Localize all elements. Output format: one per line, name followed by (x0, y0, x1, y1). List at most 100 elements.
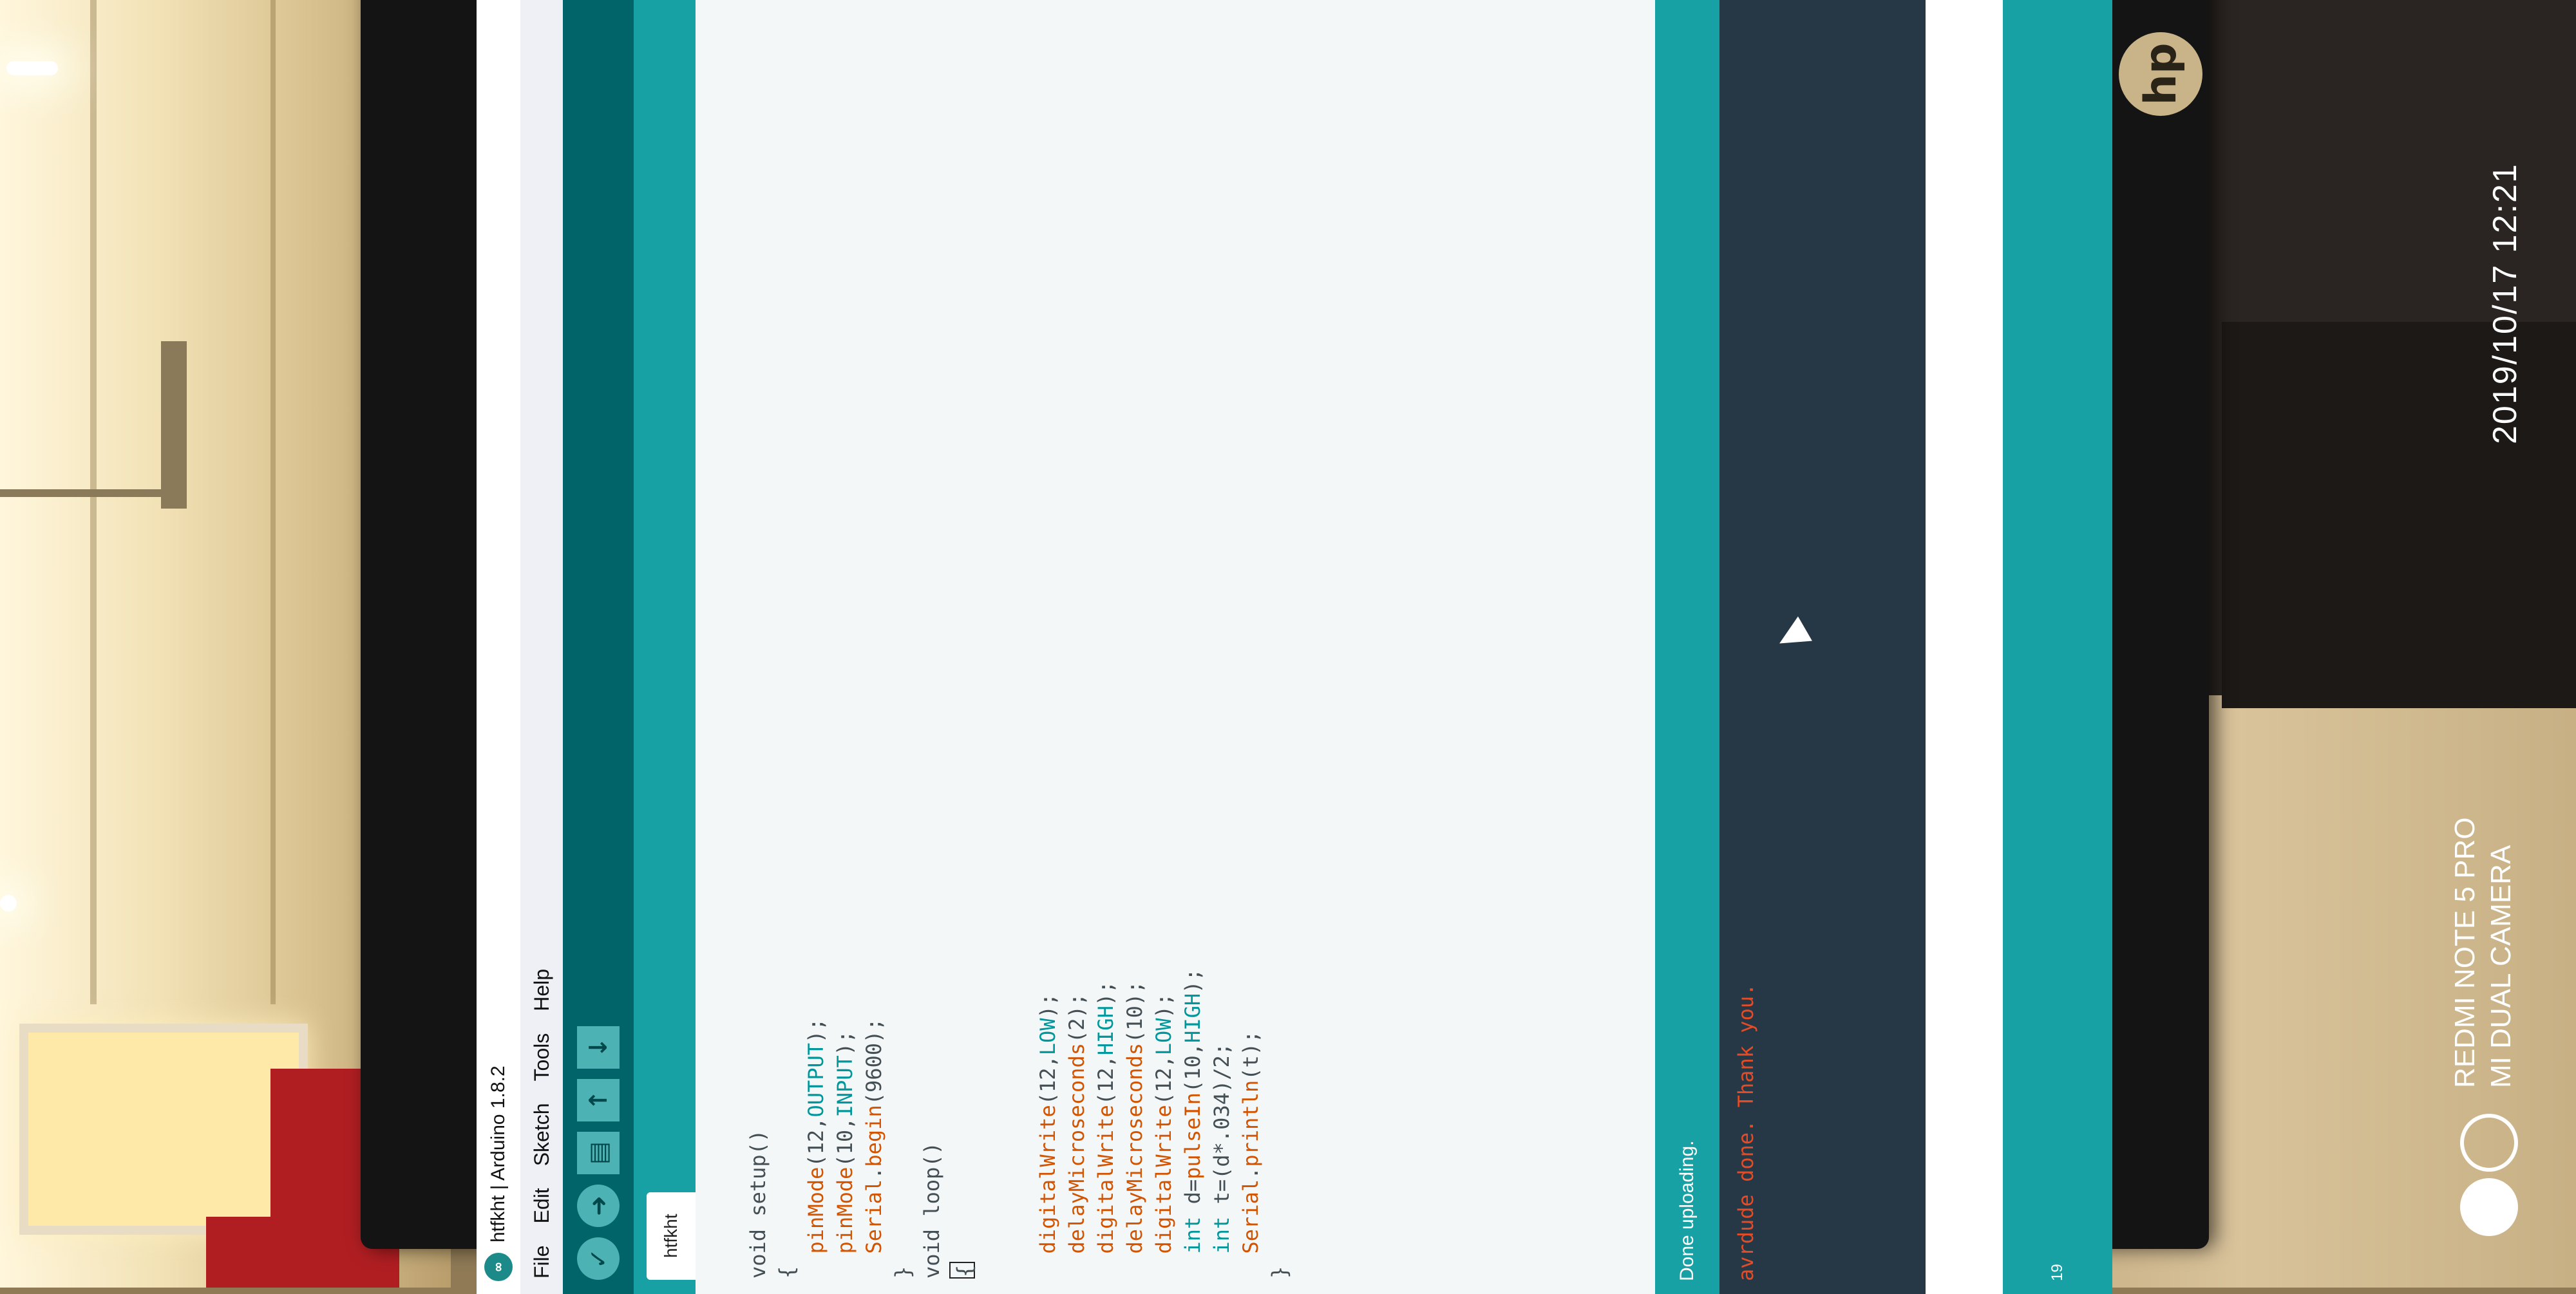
code-text-token: (12, (1036, 1055, 1060, 1105)
code-line: digitalWrite(12,LOW); (1150, 0, 1179, 1279)
code-text-token: (12, (1151, 1055, 1176, 1105)
red-chair (270, 1069, 367, 1236)
code-text-token: (10, (833, 1117, 857, 1167)
ceiling-light (0, 895, 17, 912)
shutter-ring-icon (2460, 1114, 2518, 1172)
menu-help[interactable]: Help (530, 969, 554, 1011)
wall-lamp (161, 341, 187, 509)
code-function-token: println (1238, 1080, 1263, 1167)
status-bar: Done uploading. (1655, 0, 1719, 1294)
new-file-icon: ▤ (584, 1141, 612, 1165)
code-type-token: int (1209, 1216, 1234, 1279)
status-message: Done uploading. (1676, 1140, 1698, 1281)
wall-edge (270, 0, 276, 1004)
menu-sketch[interactable]: Sketch (530, 1103, 554, 1166)
code-line: Serial.begin(9600); (860, 0, 889, 1279)
code-text-token: ); (1036, 993, 1060, 1018)
code-text-token: } (891, 1266, 915, 1279)
code-line: Serial.println(t); (1236, 0, 1265, 1279)
code-function-token: begin (862, 1105, 886, 1167)
hp-logo: hp (2119, 32, 2202, 116)
code-function-token: digitalWrite (1036, 1105, 1060, 1279)
code-text-token: } (1267, 1266, 1292, 1279)
photo-timestamp: 2019/10/17 12:21 (2486, 163, 2524, 444)
code-function-token: pinMode (833, 1167, 857, 1279)
code-line: pinMode(12,OUTPUT); (802, 0, 831, 1279)
code-text-token: d= (1180, 1179, 1205, 1217)
code-line: pinMode(10,INPUT); (831, 0, 860, 1279)
code-function-token: Serial (862, 1179, 886, 1279)
arrow-right-icon: ➜ (584, 1196, 612, 1216)
code-text-token: ); (1151, 993, 1176, 1018)
background-window (19, 1024, 308, 1235)
wall-lamp (0, 489, 180, 497)
code-line: void loop() (918, 0, 947, 1279)
code-function-token: delayMicroseconds (1065, 1042, 1089, 1279)
console-output: avrdude done. Thank you. (1719, 0, 1926, 1294)
ceiling-light (6, 61, 58, 75)
wall-edge (90, 0, 97, 1004)
arduino-infinity-icon: ∞ (484, 1253, 513, 1281)
code-constant-token: LOW (1151, 1018, 1176, 1056)
code-type-token: int (1180, 1216, 1205, 1279)
code-constant-token: OUTPUT (804, 1042, 828, 1118)
code-line: digitalWrite(12,LOW); (1034, 0, 1063, 1279)
text-caret: { (949, 1262, 977, 1279)
menu-bar: File Edit Sketch Tools Help (520, 0, 563, 1294)
code-line: delayMicroseconds(2); (1063, 0, 1092, 1279)
arrow-up-icon: ↑ (584, 1090, 612, 1111)
code-constant-token: INPUT (833, 1055, 857, 1118)
new-sketch-button[interactable]: ▤ (577, 1132, 620, 1174)
toolbar: ✓ ➜ ▤ ↑ ↓ (563, 0, 634, 1294)
code-function-token: delayMicroseconds (1122, 1042, 1147, 1279)
arduino-ide-window: ∞ htfkht | Arduino 1.8.2 File Edit Sketc… (477, 0, 2112, 1294)
camera-model-line2: MI DUAL CAMERA (2485, 845, 2517, 1088)
console-text: avrdude done. Thank you. (1734, 983, 1758, 1281)
code-function-token: pulseIn (1180, 1092, 1205, 1179)
title-bar: ∞ htfkht | Arduino 1.8.2 (477, 0, 520, 1294)
hp-logo-text: hp (2135, 42, 2186, 106)
code-text-token: (9600); (862, 1018, 886, 1105)
code-editor[interactable]: void setup(){ pinMode(12,OUTPUT); pinMod… (696, 0, 1655, 1294)
code-function-token: Serial (1238, 1179, 1263, 1279)
code-text-token: (10); (1122, 980, 1147, 1043)
code-text-token: ); (833, 1030, 857, 1056)
code-function-token: pinMode (804, 1167, 828, 1279)
code-line: void setup() (744, 0, 773, 1279)
save-sketch-button[interactable]: ↓ (577, 1026, 620, 1069)
tab-htfkht[interactable]: htfkht (647, 1192, 696, 1280)
shutter-dot-icon (2460, 1178, 2518, 1236)
code-line: } (1265, 0, 1294, 1279)
console-scroll-area[interactable] (1926, 0, 2003, 1294)
upload-button[interactable]: ➜ (577, 1185, 620, 1227)
code-function-token: digitalWrite (1151, 1105, 1176, 1279)
check-icon: ✓ (584, 1248, 612, 1269)
menu-edit[interactable]: Edit (530, 1188, 554, 1223)
tab-bar: htfkht (634, 0, 696, 1294)
code-text-token: { (775, 1266, 799, 1279)
code-text-token: . (1238, 1167, 1263, 1179)
menu-tools[interactable]: Tools (530, 1033, 554, 1082)
code-line: int d=pulseIn(10,HIGH); (1179, 0, 1208, 1279)
open-sketch-button[interactable]: ↑ (577, 1079, 620, 1121)
code-line: } (889, 0, 918, 1279)
code-text-token: (2); (1065, 993, 1089, 1043)
camera-model: REDMI NOTE 5 PRO MI DUAL CAMERA (2447, 818, 2519, 1089)
code-text-token: ); (1094, 980, 1118, 1006)
code-text-token: void setup() (746, 1129, 770, 1279)
code-line: { (947, 0, 977, 1279)
code-constant-token: HIGH (1180, 993, 1205, 1043)
verify-button[interactable]: ✓ (577, 1237, 620, 1280)
footer-bar: 19 (2003, 0, 2112, 1294)
code-text-token: (12, (804, 1117, 828, 1167)
menu-file[interactable]: File (530, 1245, 554, 1279)
code-text-token: (t); (1238, 1030, 1263, 1080)
code-constant-token: LOW (1036, 1018, 1060, 1056)
code-constant-token: HIGH (1094, 1006, 1118, 1056)
code-text-token: (12, (1094, 1055, 1118, 1105)
code-line: { (773, 0, 802, 1279)
window-title: htfkht | Arduino 1.8.2 (488, 1065, 509, 1242)
